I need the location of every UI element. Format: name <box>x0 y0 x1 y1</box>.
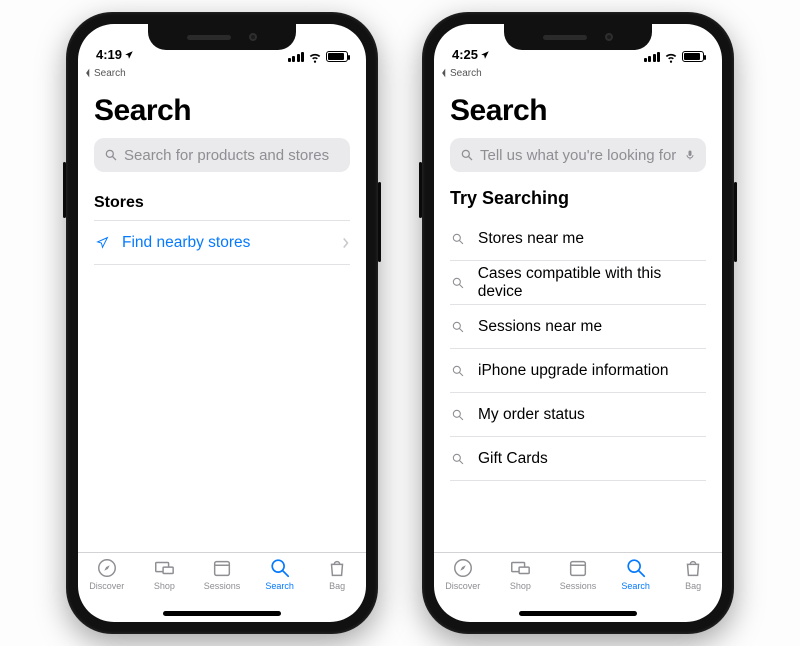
page-content: Search Search for products and stores St… <box>78 82 366 552</box>
search-icon <box>104 148 118 162</box>
home-indicator[interactable] <box>519 611 637 616</box>
phone-left: 4:19 Search Search Search for product <box>66 12 378 634</box>
page-title: Search <box>94 94 350 128</box>
status-icons <box>644 51 705 62</box>
cellular-icon <box>288 52 305 62</box>
tab-label: Search <box>621 581 650 591</box>
suggestion-row[interactable]: Stores near me <box>450 217 706 261</box>
back-breadcrumb[interactable]: Search <box>434 64 722 82</box>
location-icon <box>480 50 490 60</box>
notch <box>504 24 652 50</box>
suggestion-label: iPhone upgrade information <box>478 362 668 380</box>
tab-bag[interactable]: Bag <box>664 557 722 622</box>
tab-bag[interactable]: Bag <box>308 557 366 622</box>
suggestion-label: Cases compatible with this device <box>478 265 706 301</box>
find-nearby-stores-row[interactable]: Find nearby stores <box>94 221 350 265</box>
section-heading-stores: Stores <box>94 194 350 212</box>
search-icon <box>450 364 466 378</box>
back-label: Search <box>450 68 482 79</box>
notch <box>148 24 296 50</box>
screen: 4:25 Search Search Tell us what you'r <box>434 24 722 622</box>
row-label: Find nearby stores <box>122 234 250 252</box>
search-icon <box>450 408 466 422</box>
tab-label: Bag <box>685 581 701 591</box>
suggestion-label: My order status <box>478 406 585 424</box>
tab-label: Sessions <box>560 581 597 591</box>
location-icon <box>124 50 134 60</box>
time-text: 4:25 <box>452 47 478 62</box>
suggestion-row[interactable]: Cases compatible with this device <box>450 261 706 305</box>
search-placeholder: Search for products and stores <box>124 147 340 164</box>
suggestion-row[interactable]: Gift Cards <box>450 437 706 481</box>
wifi-icon <box>308 52 322 62</box>
tab-discover[interactable]: Discover <box>434 557 492 622</box>
microphone-icon[interactable] <box>684 147 696 163</box>
search-icon <box>450 320 466 334</box>
back-label: Search <box>94 68 126 79</box>
home-indicator[interactable] <box>163 611 281 616</box>
section-heading-try: Try Searching <box>450 188 706 209</box>
wifi-icon <box>664 52 678 62</box>
status-icons <box>288 51 349 62</box>
page-content: Search Tell us what you're looking for T… <box>434 82 722 552</box>
location-arrow-icon <box>94 236 110 249</box>
status-time: 4:19 <box>96 47 134 62</box>
back-breadcrumb[interactable]: Search <box>78 64 366 82</box>
search-icon <box>460 148 474 162</box>
suggestion-label: Gift Cards <box>478 450 548 468</box>
tab-label: Shop <box>510 581 531 591</box>
search-icon <box>450 452 466 466</box>
cellular-icon <box>644 52 661 62</box>
page-title: Search <box>450 94 706 128</box>
tab-label: Sessions <box>204 581 241 591</box>
search-icon <box>450 276 466 290</box>
chevron-right-icon <box>342 237 350 249</box>
search-input[interactable]: Search for products and stores <box>94 138 350 172</box>
tab-label: Search <box>265 581 294 591</box>
status-time: 4:25 <box>452 47 490 62</box>
battery-icon <box>682 51 704 62</box>
screen: 4:19 Search Search Search for product <box>78 24 366 622</box>
time-text: 4:19 <box>96 47 122 62</box>
suggestion-row[interactable]: Sessions near me <box>450 305 706 349</box>
suggestion-label: Stores near me <box>478 230 584 248</box>
suggestion-label: Sessions near me <box>478 318 602 336</box>
tab-label: Discover <box>89 581 124 591</box>
search-icon <box>450 232 466 246</box>
phone-right: 4:25 Search Search Tell us what you'r <box>422 12 734 634</box>
suggestion-row[interactable]: iPhone upgrade information <box>450 349 706 393</box>
search-input[interactable]: Tell us what you're looking for <box>450 138 706 172</box>
suggestion-row[interactable]: My order status <box>450 393 706 437</box>
tab-label: Discover <box>445 581 480 591</box>
tab-label: Shop <box>154 581 175 591</box>
tab-discover[interactable]: Discover <box>78 557 136 622</box>
tab-label: Bag <box>329 581 345 591</box>
search-placeholder: Tell us what you're looking for <box>480 147 678 164</box>
battery-icon <box>326 51 348 62</box>
